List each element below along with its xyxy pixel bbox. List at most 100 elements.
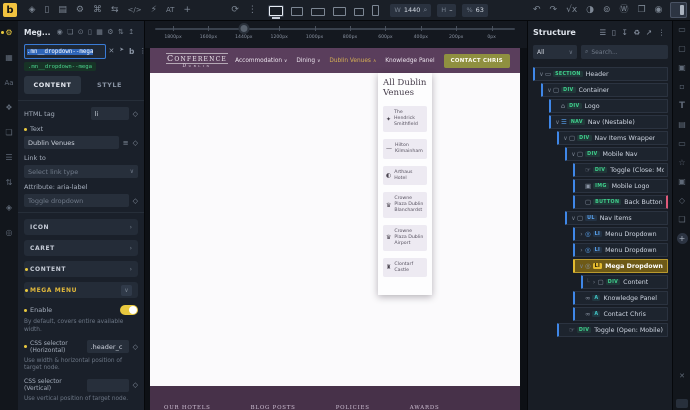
dynamic-data-icon[interactable]: ◇ xyxy=(129,110,138,118)
nav-item-knowledge-panel[interactable]: Knowledge Panel xyxy=(385,58,434,64)
bricks-logo[interactable]: b xyxy=(3,3,17,17)
lightning-icon[interactable]: ⚡ xyxy=(146,0,161,20)
redo-icon[interactable]: ↷ xyxy=(545,0,562,20)
shield-icon[interactable]: ◈ xyxy=(0,195,18,220)
css-selector-horizontal-input[interactable]: .header_c xyxy=(86,340,129,354)
eye-icon[interactable]: ◉ xyxy=(54,28,64,36)
tree-row[interactable]: ∨ ◎ LI Mega Dropdown xyxy=(573,259,668,273)
tree-row[interactable]: ∨ ▢ UL Nav Items xyxy=(565,211,668,225)
chevron-down-icon[interactable]: ∨ xyxy=(570,215,577,222)
height-field[interactable]: H – xyxy=(437,3,457,17)
chevron-right-icon[interactable]: › xyxy=(578,247,585,254)
element-icon-icon[interactable]: ☆ xyxy=(673,153,690,172)
trash-icon[interactable]: ♻ xyxy=(631,28,643,37)
import-icon[interactable]: ↧ xyxy=(619,28,631,37)
settings-gear-icon[interactable]: ⚙ xyxy=(0,20,18,45)
device-tablet[interactable] xyxy=(354,7,365,16)
venue-card[interactable]: — Hilton Kilmainham xyxy=(383,138,427,159)
typography-icon[interactable]: Aa xyxy=(0,70,18,95)
tree-row[interactable]: ∨ ▢ DIV Container xyxy=(541,83,668,97)
structure-filter-select[interactable]: All ∨ xyxy=(533,45,577,59)
chevron-down-icon[interactable]: ∨ xyxy=(546,87,553,94)
tree-row[interactable]: ▢ BUTTON Back Button xyxy=(573,195,668,209)
more-icon[interactable]: ⋮ xyxy=(243,0,261,20)
publish-icon[interactable]: ↥ xyxy=(126,28,136,36)
phone-icon[interactable]: ▯ xyxy=(40,0,54,20)
gear-icon[interactable]: ⚙ xyxy=(71,0,88,20)
tree-row[interactable]: › ◎ LI Menu Dropdown xyxy=(573,243,668,257)
clear-icon[interactable]: ✕ xyxy=(106,47,117,56)
element-code-icon[interactable]: ◇ xyxy=(673,191,690,210)
shield-icon[interactable]: ◈ xyxy=(24,0,40,20)
chevron-down-icon[interactable]: ∨ xyxy=(538,71,545,78)
math-icon[interactable]: √x xyxy=(562,0,582,20)
tree-row[interactable]: ∨ ▭ SECTION Header xyxy=(533,67,668,81)
site-preview[interactable]: Conference Dublin Accommodation ∨ Dining ∨ D… xyxy=(150,48,520,410)
nav-item-accommodation[interactable]: Accommodation ∨ xyxy=(235,58,287,64)
chevron-down-icon[interactable]: ∨ xyxy=(578,263,585,270)
tree-row[interactable]: ☞DIVToggle (Close: Mobile) xyxy=(573,163,668,177)
venue-card[interactable]: ♛ Crowne Plaza Dublin Blanchardst xyxy=(383,192,427,218)
folder-icon[interactable]: ▤ xyxy=(54,0,72,20)
wordpress-icon[interactable]: Ⓦ xyxy=(615,0,633,20)
accordion-mega-menu[interactable]: MEGA MENU ∨ xyxy=(24,282,138,298)
chevron-right-icon[interactable]: › xyxy=(578,231,585,238)
tree-row[interactable]: ∨ ☰ NAV Nav (Nestable) xyxy=(549,115,668,129)
element-div-icon[interactable]: ▫ xyxy=(673,77,690,96)
tree-row[interactable]: ∨ ▢ DIV Mobile Nav xyxy=(565,147,668,161)
globe-icon[interactable]: ⊚ xyxy=(599,0,616,20)
breakpoint-handle[interactable] xyxy=(238,23,250,34)
chevron-down-icon[interactable]: ∨ xyxy=(554,119,561,126)
more-icon[interactable]: ⋮ xyxy=(655,28,668,37)
enable-toggle[interactable] xyxy=(120,305,138,315)
tree-row[interactable]: ▣ IMG Mobile Logo xyxy=(573,179,668,193)
chevron-right-icon[interactable]: › xyxy=(591,279,598,286)
breakpoint-ruler[interactable]: 1800px 1600px 1440px 1200px 1000px 800px 600px… xyxy=(145,20,527,48)
sliders-icon[interactable]: ⇅ xyxy=(116,28,126,36)
venue-card[interactable]: ◐ Arthaus Hotel xyxy=(383,165,427,186)
tree-row[interactable]: ∞ A Knowledge Panel xyxy=(573,291,668,305)
element-image-icon[interactable]: ▣ xyxy=(673,172,690,191)
text-input[interactable]: Dublin Venues xyxy=(24,136,119,149)
swatches-icon[interactable]: ❖ xyxy=(0,95,18,120)
tab-content[interactable]: CONTENT xyxy=(24,76,81,94)
structure-panel-toggle[interactable] xyxy=(670,2,687,18)
element-heading-icon[interactable]: T xyxy=(673,96,690,115)
accordion-caret[interactable]: CARET › xyxy=(24,240,138,256)
at-icon[interactable]: AT xyxy=(161,0,179,20)
external-link-icon[interactable]: ❐ xyxy=(633,0,650,20)
close-icon[interactable]: ✕ xyxy=(673,372,690,380)
tree-row[interactable]: ☞ DIV Toggle (Open: Mobile) xyxy=(557,323,668,337)
css-selector-vertical-input[interactable] xyxy=(86,378,129,392)
element-container-icon[interactable]: ▢ xyxy=(673,39,690,58)
tree-row[interactable]: ∨ ▢ DIV Nav Items Wrapper xyxy=(557,131,668,145)
nav-item-dublin-venues[interactable]: Dublin Venues ∧ xyxy=(329,58,376,64)
grid-icon[interactable]: ▦ xyxy=(94,28,105,36)
device-laptop[interactable] xyxy=(311,7,326,16)
list-icon[interactable]: ☰ xyxy=(0,145,18,170)
device-tablet-landscape[interactable] xyxy=(333,6,347,16)
undo-icon[interactable]: ↶ xyxy=(528,0,545,20)
chevron-down-icon[interactable]: ∨ xyxy=(570,151,577,158)
add-icon[interactable]: + xyxy=(179,0,196,20)
anchor-icon[interactable]: ⊙ xyxy=(76,28,86,36)
badge-icon[interactable]: ◎ xyxy=(0,220,18,245)
element-section-icon[interactable]: ▭ xyxy=(673,20,690,39)
code-icon[interactable]: </> xyxy=(123,0,146,20)
aria-input[interactable]: Toggle dropdown xyxy=(24,194,129,207)
tree-row[interactable]: › ◎ LI Menu Dropdown xyxy=(573,227,668,241)
accordion-icon[interactable]: ICON › xyxy=(24,219,138,235)
css-class-input[interactable]: .mn__dropdown--mega xyxy=(24,44,106,59)
venue-card[interactable]: ✦ The Hendrick Smithfield xyxy=(383,106,427,132)
html-tag-input[interactable]: li xyxy=(90,107,129,120)
tab-style[interactable]: STYLE xyxy=(81,76,138,94)
refresh-icon[interactable]: ⟳ xyxy=(227,0,244,20)
width-field[interactable]: W 1440 ⌕ xyxy=(390,3,432,17)
tune-icon[interactable]: ⇅ xyxy=(0,170,18,195)
element-block-icon[interactable]: ▣ xyxy=(673,58,690,77)
link-type-select[interactable]: Select link type ∨ xyxy=(24,165,138,178)
command-icon[interactable]: ⌘ xyxy=(88,0,106,20)
dynamic-data-icon[interactable]: ◇ xyxy=(129,139,138,147)
tree-row[interactable]: ∞ A Contact Chris xyxy=(573,307,668,321)
align-icon[interactable]: ≡ xyxy=(119,139,129,147)
